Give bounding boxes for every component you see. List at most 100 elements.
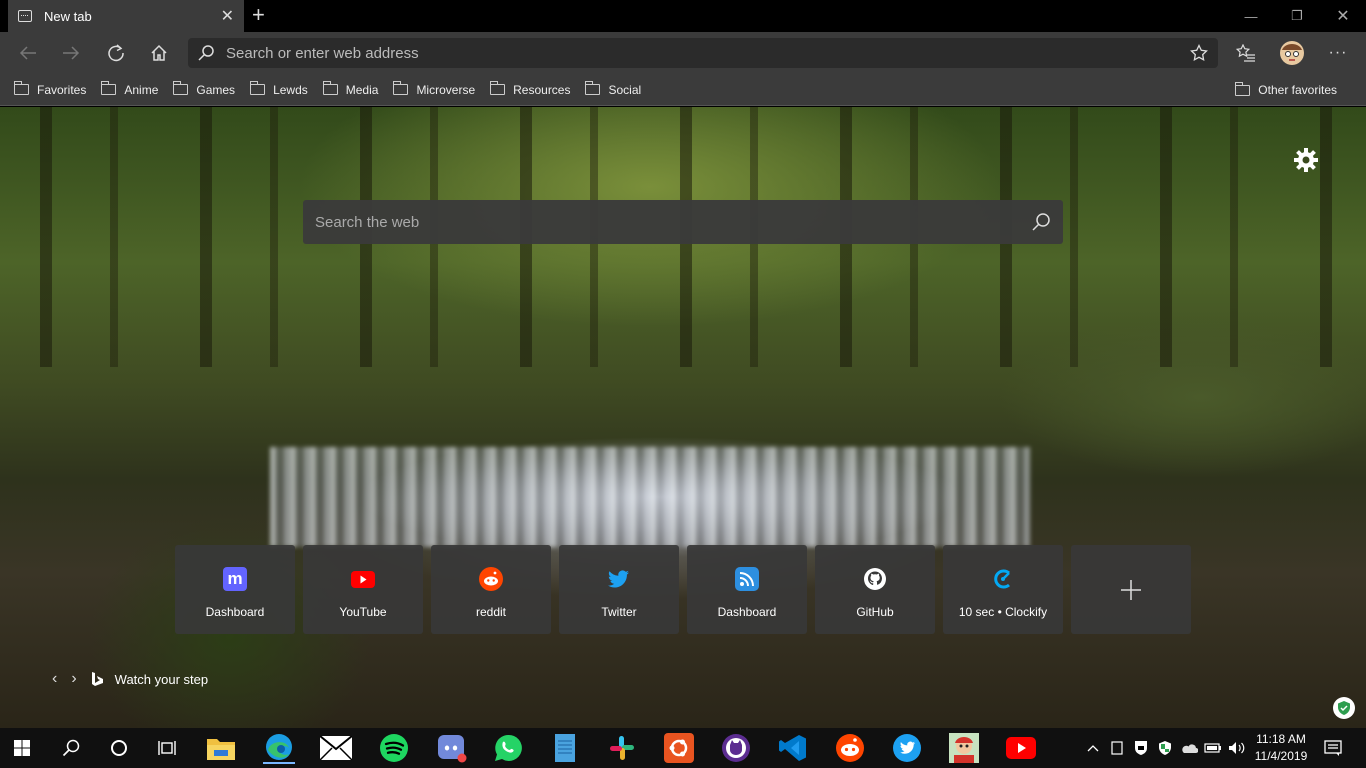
next-image-button[interactable]: › — [71, 670, 76, 688]
quick-link-tile[interactable]: Twitter — [559, 545, 679, 634]
slack-icon[interactable] — [606, 732, 638, 764]
favorites-folder[interactable]: Games — [173, 81, 235, 97]
edge-icon[interactable] — [263, 732, 295, 764]
clockify-icon — [991, 567, 1015, 591]
gear-icon[interactable] — [1293, 147, 1319, 173]
gitkraken-icon[interactable] — [720, 732, 752, 764]
search-icon — [198, 45, 214, 61]
cortana-icon — [111, 740, 127, 756]
folder-icon — [250, 81, 266, 95]
taskbar-clock[interactable]: 11:18 AM 11/4/2019 — [1250, 731, 1312, 765]
add-quick-link-button[interactable] — [1071, 545, 1191, 634]
address-placeholder: Search or enter web address — [226, 44, 419, 62]
rss-icon — [735, 567, 759, 591]
search-button[interactable] — [55, 732, 87, 764]
cortana-button[interactable] — [103, 732, 135, 764]
notepad-icon[interactable] — [549, 732, 581, 764]
action-center-button[interactable] — [1318, 728, 1348, 768]
mail-icon[interactable] — [320, 732, 352, 764]
game-icon[interactable] — [948, 732, 980, 764]
twitter-icon[interactable] — [891, 732, 923, 764]
quick-links: m Dashboard YouTube reddit Twitter Dashb… — [175, 545, 1191, 634]
quick-link-tile[interactable]: m Dashboard — [175, 545, 295, 634]
start-button[interactable] — [6, 732, 38, 764]
quick-link-tile[interactable]: YouTube — [303, 545, 423, 634]
taskbar: 11:18 AM 11/4/2019 — [0, 728, 1366, 768]
youtube-icon[interactable] — [1005, 732, 1037, 764]
chevron-up-icon — [1087, 745, 1099, 752]
home-icon — [151, 44, 167, 61]
quick-link-tile[interactable]: reddit — [431, 545, 551, 634]
new-tab-button[interactable]: + — [252, 4, 265, 26]
task-view-button[interactable] — [151, 732, 183, 764]
image-info: ‹ › Watch your step — [52, 670, 208, 688]
background-image-waterfall — [270, 447, 1030, 547]
avatar — [1280, 41, 1304, 65]
plus-icon — [1121, 579, 1141, 600]
folder-icon — [322, 81, 338, 95]
favorites-hub-button[interactable] — [1230, 37, 1262, 69]
restore-button[interactable]: ❐ — [1274, 0, 1320, 32]
mastodon-icon: m — [223, 567, 247, 591]
folder-icon — [393, 81, 409, 95]
tab-new-tab[interactable]: New tab ✕ — [8, 0, 244, 32]
favorites-folder[interactable]: Social — [585, 81, 641, 97]
forward-button[interactable] — [55, 37, 87, 69]
close-window-button[interactable]: ✕ — [1320, 0, 1366, 32]
image-caption[interactable]: Watch your step — [115, 672, 208, 687]
close-tab-icon[interactable]: ✕ — [221, 6, 234, 26]
quick-link-tile[interactable]: GitHub — [815, 545, 935, 634]
other-favorites-folder[interactable]: Other favorites — [1235, 74, 1337, 106]
favorites-folder[interactable]: Microverse — [393, 81, 475, 97]
web-search-placeholder: Search the web — [315, 213, 420, 231]
security-extension-icon[interactable] — [1333, 697, 1355, 719]
tray-app-icon[interactable] — [1106, 728, 1128, 768]
youtube-icon — [351, 567, 375, 591]
vscode-icon[interactable] — [777, 732, 809, 764]
spotify-icon[interactable] — [378, 732, 410, 764]
favorites-folder[interactable]: Favorites — [14, 81, 86, 97]
reddit-icon[interactable] — [834, 732, 866, 764]
tab-title: New tab — [44, 8, 92, 24]
favorites-folder[interactable]: Resources — [490, 81, 570, 97]
favorites-folder[interactable]: Anime — [101, 81, 158, 97]
title-bar: New tab ✕ + — ❐ ✕ — [0, 0, 1366, 32]
file-explorer-icon[interactable] — [205, 732, 237, 764]
home-button[interactable] — [143, 37, 175, 69]
bitwarden-icon[interactable] — [1130, 728, 1152, 768]
defender-icon[interactable] — [1154, 728, 1176, 768]
back-button[interactable] — [12, 37, 44, 69]
show-hidden-icons-button[interactable] — [1082, 728, 1104, 768]
github-icon — [863, 567, 887, 591]
onedrive-icon[interactable] — [1178, 728, 1200, 768]
search-icon[interactable] — [1031, 212, 1051, 232]
address-bar[interactable]: Search or enter web address — [188, 38, 1218, 68]
profile-button[interactable] — [1276, 37, 1308, 69]
folder-icon — [173, 81, 189, 95]
previous-image-button[interactable]: ‹ — [52, 670, 57, 688]
minimize-button[interactable]: — — [1228, 0, 1274, 32]
battery-icon[interactable] — [1202, 728, 1224, 768]
web-search-box[interactable]: Search the web — [303, 200, 1063, 244]
favorites-folder[interactable]: Media — [322, 81, 378, 97]
whatsapp-icon[interactable] — [492, 732, 524, 764]
forward-arrow-icon — [63, 46, 80, 60]
notification-icon — [1324, 740, 1342, 756]
favorites-folder[interactable]: Lewds — [250, 81, 308, 97]
clock-time: 11:18 AM — [1256, 732, 1306, 746]
ubuntu-icon[interactable] — [663, 732, 695, 764]
bing-icon — [91, 672, 103, 686]
discord-icon[interactable] — [436, 732, 468, 764]
quick-link-tile[interactable]: Dashboard — [687, 545, 807, 634]
add-favorite-star-icon[interactable] — [1190, 44, 1208, 62]
quick-link-tile[interactable]: 10 sec • Clockify — [943, 545, 1063, 634]
windows-icon — [14, 740, 30, 756]
task-view-icon — [158, 741, 176, 755]
settings-more-button[interactable]: ··· — [1322, 37, 1354, 69]
twitter-icon — [607, 567, 631, 591]
folder-icon — [585, 81, 601, 95]
folder-icon — [1235, 81, 1251, 96]
folder-icon — [101, 81, 117, 95]
volume-icon[interactable] — [1226, 728, 1248, 768]
refresh-button[interactable] — [100, 37, 132, 69]
